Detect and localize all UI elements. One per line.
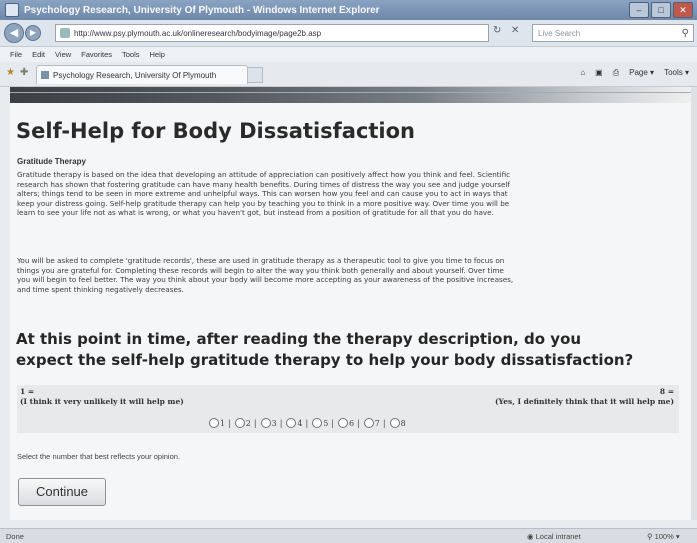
text-line: alters; things tend to be seen in more e…: [17, 189, 508, 199]
rating-radio-1[interactable]: [209, 418, 219, 428]
rating-radio-7[interactable]: [363, 418, 374, 428]
zoom-icon: ⚲: [647, 532, 653, 541]
search-input[interactable]: Live Search ⚲: [532, 24, 694, 42]
text-line: and time spent thinking negatively decre…: [17, 284, 184, 294]
favorites-bar: ★ ✚ Psychology Research, University Of P…: [0, 62, 697, 87]
page-icon: [60, 28, 70, 38]
rating-radio-3[interactable]: [260, 418, 271, 428]
rating-option-label: 5: [323, 418, 329, 428]
add-favorites-icon[interactable]: ✚: [20, 67, 28, 78]
rating-option-label: 6: [348, 418, 355, 428]
menu-bar: File Edit View Favorites Tools Help: [0, 47, 697, 62]
status-text: Done: [6, 532, 24, 541]
page-title: Self-Help for Body Dissatisfaction: [16, 119, 416, 143]
search-placeholder: Live Search: [538, 28, 581, 38]
zone-label: Local intranet: [535, 532, 581, 541]
new-tab-button[interactable]: [247, 67, 263, 83]
menu-tools[interactable]: Tools: [122, 50, 140, 59]
page-menu-label: Page: [629, 68, 648, 77]
rating-option-label: 1: [220, 418, 226, 428]
question-line: expect the self-help gratitude therapy t…: [16, 351, 634, 369]
menu-file[interactable]: File: [10, 50, 22, 59]
zoom-level: 100%: [654, 532, 674, 541]
rating-radio-4[interactable]: [286, 418, 297, 428]
command-bar: ⌂ ▣ ⎙ Page ▾ Tools ▾: [580, 68, 689, 78]
favorites-star-icon[interactable]: ★: [6, 67, 15, 78]
scale-min-text: (I think it very unlikely it will help m…: [20, 397, 184, 406]
page-menu[interactable]: Page ▾: [629, 68, 654, 78]
forward-button[interactable]: ▶: [25, 25, 41, 41]
print-icon[interactable]: ⎙: [613, 68, 619, 78]
scale-min-number: 1 =: [20, 387, 35, 396]
section-heading: Gratitude Therapy: [17, 157, 86, 166]
address-bar: ◀ ▶ http://www.psy.plymouth.ac.uk/online…: [0, 20, 697, 47]
question-line: At this point in time, after reading the…: [16, 330, 582, 348]
rating-scale: 1 = (I think it very unlikely it will he…: [17, 385, 679, 433]
rating-option-label: 3: [271, 418, 277, 428]
text-line: learn to see your life not as what is wr…: [17, 208, 494, 218]
rating-radio-2[interactable]: [234, 418, 245, 428]
home-icon[interactable]: ⌂: [580, 68, 585, 78]
text-line: keep your distress going. Self-help grat…: [17, 198, 510, 208]
maximize-button[interactable]: □: [651, 2, 671, 18]
rating-option-label: 7: [374, 418, 380, 428]
menu-edit[interactable]: Edit: [32, 50, 45, 59]
scale-max-text: (Yes, I definitely think that it will he…: [494, 397, 674, 406]
browser-window: Psychology Research, University Of Plymo…: [0, 0, 697, 543]
browser-tab[interactable]: Psychology Research, University Of Plymo…: [36, 65, 248, 84]
window-title: Psychology Research, University Of Plymo…: [24, 4, 380, 16]
zoom-control[interactable]: ⚲ 100% ▾: [647, 532, 680, 541]
scale-right-label: 8 = (Yes, I definitely think that it wil…: [495, 387, 674, 407]
security-zone: ◉ Local intranet: [527, 532, 581, 541]
url-input[interactable]: http://www.psy.plymouth.ac.uk/onlinerese…: [55, 24, 489, 42]
question-heading: At this point in time, after reading the…: [16, 329, 691, 371]
scale-max-number: 8 =: [659, 387, 674, 396]
text-line: Gratitude therapy is based on the idea t…: [17, 170, 511, 179]
title-bar: Psychology Research, University Of Plymo…: [0, 0, 697, 20]
continue-button[interactable]: Continue: [18, 478, 106, 506]
window-controls: – □ ✕: [629, 2, 693, 18]
tab-label: Psychology Research, University Of Plymo…: [53, 70, 217, 80]
records-paragraph: You will be asked to complete 'gratitude…: [17, 256, 679, 294]
rating-option-label: 4: [297, 418, 303, 428]
vertical-scrollbar[interactable]: [691, 87, 697, 520]
text-line: you will begin to feel better. The way y…: [17, 275, 514, 285]
stop-icon[interactable]: ✕: [511, 25, 519, 36]
back-button[interactable]: ◀: [4, 23, 24, 43]
rating-radio-5[interactable]: [312, 418, 323, 428]
close-button[interactable]: ✕: [673, 2, 693, 18]
tab-page-icon: [41, 71, 49, 79]
rating-radio-6[interactable]: [337, 418, 348, 428]
refresh-icon[interactable]: ↻: [493, 25, 501, 36]
text-line: things you are grateful for. Completing …: [17, 265, 504, 275]
ie-icon: [5, 3, 19, 17]
intro-paragraph: Gratitude therapy is based on the idea t…: [17, 170, 679, 218]
rating-options: 1 | 2 | 3 | 4 | 5 | 6 | 7 | 8: [205, 418, 406, 428]
minimize-button[interactable]: –: [629, 2, 649, 18]
rating-radio-8[interactable]: [389, 418, 400, 428]
rating-option-label: 2: [245, 418, 251, 428]
feeds-icon[interactable]: ▣: [595, 68, 603, 78]
intranet-icon: ◉: [527, 532, 534, 541]
rating-option-label: 8: [400, 418, 406, 428]
tools-menu[interactable]: Tools ▾: [664, 68, 689, 78]
instruction-text: Select the number that best reflects you…: [17, 452, 181, 461]
menu-favorites[interactable]: Favorites: [81, 50, 112, 59]
menu-view[interactable]: View: [55, 50, 71, 59]
site-banner: [10, 87, 691, 103]
menu-help[interactable]: Help: [150, 50, 165, 59]
search-icon[interactable]: ⚲: [682, 28, 689, 39]
tools-menu-label: Tools: [664, 68, 683, 77]
text-line: You will be asked to complete 'gratitude…: [17, 256, 505, 265]
text-line: research has shown that fostering gratit…: [17, 179, 510, 189]
url-text: http://www.psy.plymouth.ac.uk/onlinerese…: [74, 28, 322, 38]
scale-left-label: 1 = (I think it very unlikely it will he…: [20, 387, 184, 407]
status-bar: Done ◉ Local intranet ⚲ 100% ▾: [0, 528, 697, 543]
